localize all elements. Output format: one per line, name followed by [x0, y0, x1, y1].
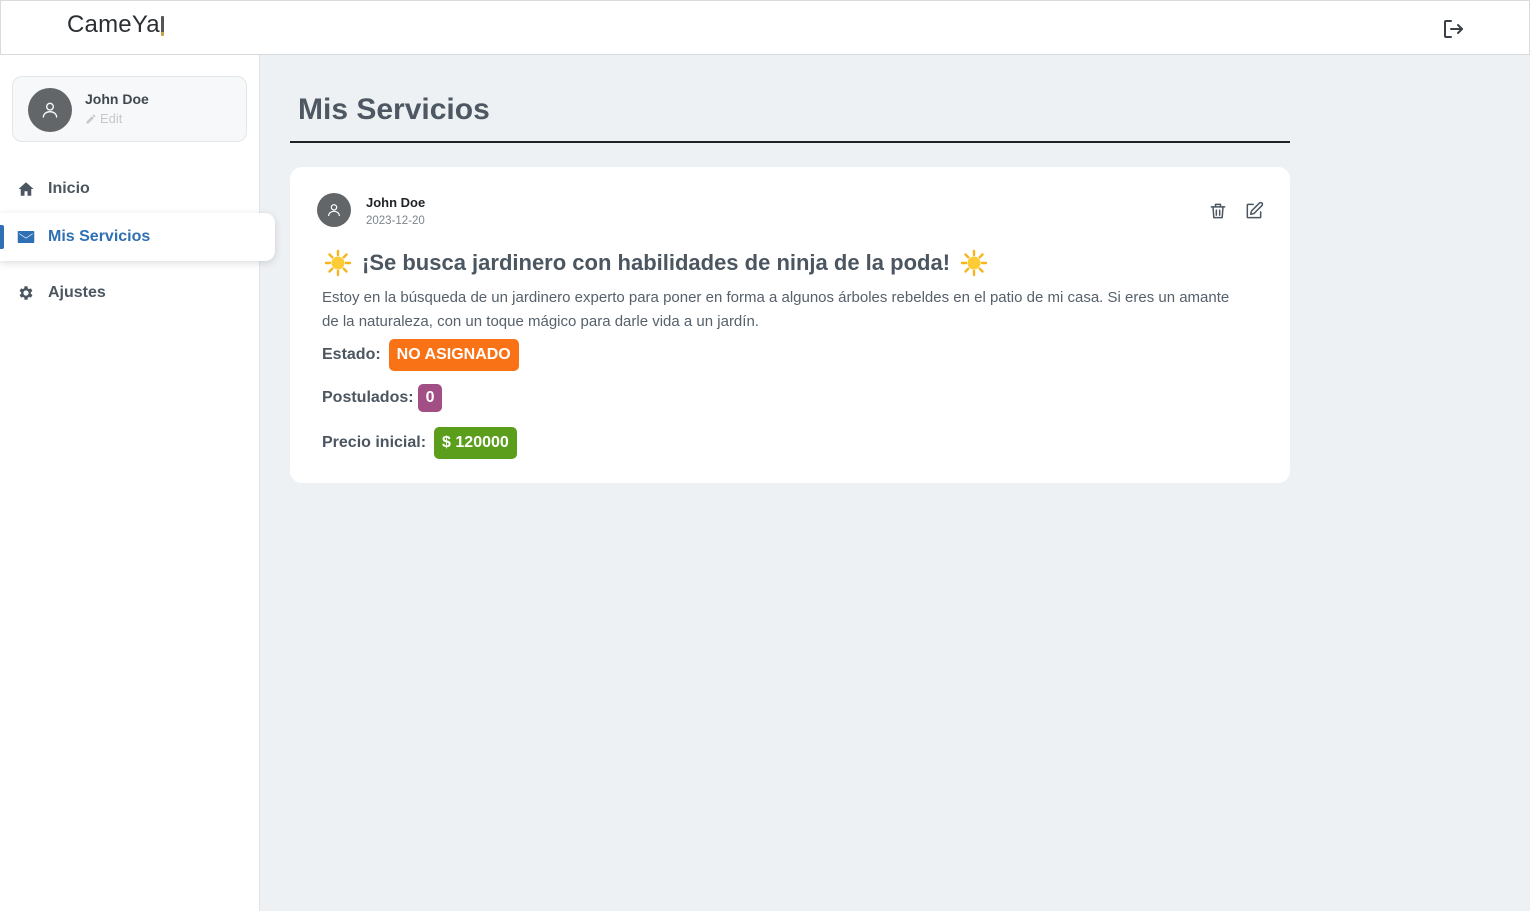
sidebar-item-ajustes[interactable]: Ajustes	[0, 269, 260, 317]
sun-icon	[324, 249, 352, 277]
pencil-icon	[86, 113, 96, 123]
user-icon	[328, 204, 340, 217]
status-label: Estado:	[322, 346, 381, 363]
trash-icon	[1210, 203, 1226, 219]
logout-icon	[1444, 20, 1463, 38]
service-date: 2023-12-20	[366, 215, 425, 227]
title-divider	[290, 141, 1290, 143]
user-icon	[42, 102, 58, 118]
sidebar-item-label: Inicio	[48, 180, 90, 197]
status-field: Estado: NO ASIGNADO	[322, 339, 519, 371]
avatar	[317, 193, 351, 227]
home-icon	[18, 182, 34, 196]
logout-button[interactable]	[1439, 16, 1467, 42]
sidebar: John Doe Edit Inicio Mis Servicios Ajust…	[0, 55, 275, 911]
sidebar-item-inicio[interactable]: Inicio	[0, 165, 260, 213]
profile-edit-link[interactable]: Edit	[85, 111, 122, 126]
edit-service-button[interactable]	[1243, 200, 1265, 222]
sidebar-item-label: Ajustes	[48, 284, 106, 301]
service-description: Estoy en la búsqueda de un jardinero exp…	[322, 289, 1230, 330]
brand-name: CameYa	[67, 11, 160, 38]
sidebar-item-mis-servicios[interactable]: Mis Servicios	[0, 213, 275, 261]
sidebar-item-label: Mis Servicios	[48, 228, 151, 245]
service-title-row: ¡Se busca jardinero con habilidades de n…	[324, 249, 988, 277]
edit-icon	[1246, 201, 1264, 219]
page-title: Mis Servicios	[298, 93, 490, 126]
avatar	[28, 88, 72, 132]
applicants-badge: 0	[417, 384, 443, 412]
top-bar: CameYa	[0, 0, 1530, 55]
service-card: John Doe 2023-12-20 ¡Se busca jardinero …	[290, 167, 1290, 483]
brand-mark-icon	[160, 16, 164, 36]
delete-service-button[interactable]	[1207, 200, 1229, 222]
status-badge: NO ASIGNADO	[388, 339, 519, 371]
brand-logo[interactable]: CameYa	[67, 11, 164, 39]
profile-card: John Doe Edit	[12, 76, 247, 142]
applicants-label: Postulados:	[322, 389, 414, 406]
price-label: Precio inicial:	[322, 434, 427, 451]
sun-icon	[960, 249, 988, 277]
gear-icon	[19, 286, 33, 300]
service-author: John Doe	[366, 195, 426, 210]
service-title: ¡Se busca jardinero con habilidades de n…	[362, 250, 951, 275]
profile-name: John Doe	[85, 91, 149, 107]
applicants-field: Postulados: 0	[322, 384, 443, 412]
price-field: Precio inicial: $ 120000	[322, 427, 517, 459]
envelope-icon	[17, 231, 35, 243]
price-badge: $ 120000	[434, 427, 517, 459]
profile-edit-label: Edit	[100, 111, 123, 126]
